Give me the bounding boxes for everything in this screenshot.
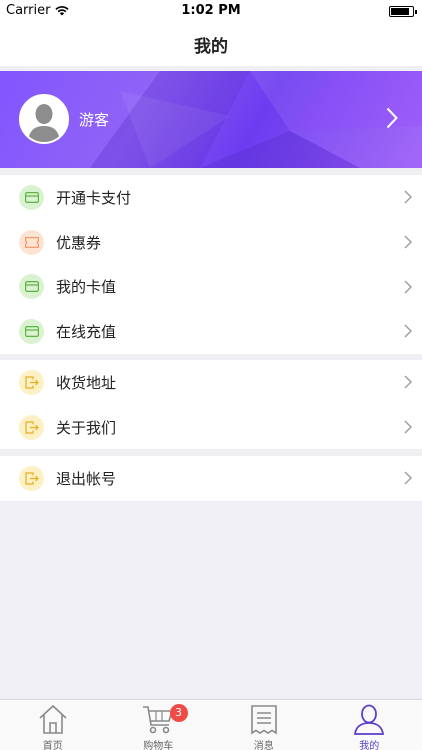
chevron-right-icon[interactable] (386, 107, 398, 129)
card-icon (19, 318, 44, 344)
menu-item-online-recharge[interactable]: 在线充值 (0, 309, 422, 354)
user-silhouette-icon (21, 96, 67, 142)
chevron-right-icon (404, 420, 412, 434)
menu-item-label: 退出帐号 (56, 469, 117, 488)
cart-badge: 3 (169, 704, 188, 722)
card-icon (19, 274, 44, 300)
chevron-right-icon (404, 375, 412, 389)
tab-mine[interactable]: 我的 (317, 700, 422, 750)
tab-label: 购物车 (143, 741, 174, 750)
avatar[interactable] (19, 94, 69, 144)
menu-item-logout[interactable]: 退出帐号 (0, 456, 422, 501)
menu-item-label: 在线充值 (56, 322, 117, 341)
tab-label: 消息 (253, 741, 274, 750)
menu-item-label: 我的卡值 (56, 278, 117, 297)
username-label: 游客 (79, 111, 110, 129)
page-title: 我的 (194, 36, 228, 57)
tab-cart[interactable]: 3 购物车 (106, 700, 212, 750)
menu-item-label: 优惠券 (56, 233, 102, 252)
menu-item-shipping-address[interactable]: 收货地址 (0, 360, 422, 405)
card-icon (19, 184, 44, 210)
tab-bar: 首页 3 购物车 消息 我的 (0, 699, 422, 750)
coupon-icon (19, 229, 44, 255)
menu-group-info: 收货地址 关于我们 (0, 360, 422, 450)
menu-item-label: 关于我们 (56, 418, 117, 437)
clock: 1:02 PM (181, 3, 241, 18)
menu-group-account: 退出帐号 (0, 456, 422, 501)
profile-banner[interactable]: 游客 (0, 71, 422, 168)
cart-icon (143, 706, 174, 734)
menu-item-label: 收货地址 (56, 373, 117, 392)
exit-icon (19, 414, 44, 440)
chevron-right-icon (404, 324, 412, 338)
home-icon (39, 704, 67, 734)
menu-item-card-payment[interactable]: 开通卡支付 (0, 175, 422, 220)
tab-home[interactable]: 首页 (0, 700, 106, 750)
menu-item-label: 开通卡支付 (56, 188, 132, 207)
tab-label: 首页 (42, 741, 63, 750)
menu-group-payment: 开通卡支付 优惠券 我的卡值 在线充值 (0, 175, 422, 354)
menu-item-card-balance[interactable]: 我的卡值 (0, 264, 422, 309)
user-icon (354, 704, 385, 735)
menu-item-coupons[interactable]: 优惠券 (0, 220, 422, 265)
battery-icon (389, 6, 417, 17)
menu-item-about-us[interactable]: 关于我们 (0, 405, 422, 450)
chevron-right-icon (404, 190, 412, 204)
chevron-right-icon (404, 280, 412, 294)
chevron-right-icon (404, 471, 412, 485)
nav-bar: 我的 (0, 22, 422, 66)
exit-icon (19, 465, 44, 491)
tab-label: 我的 (359, 741, 380, 750)
tab-messages[interactable]: 消息 (211, 700, 317, 750)
receipt-icon (250, 705, 277, 735)
status-bar: Carrier 1:02 PM (0, 0, 422, 22)
chevron-right-icon (404, 235, 412, 249)
exit-icon (19, 369, 44, 395)
